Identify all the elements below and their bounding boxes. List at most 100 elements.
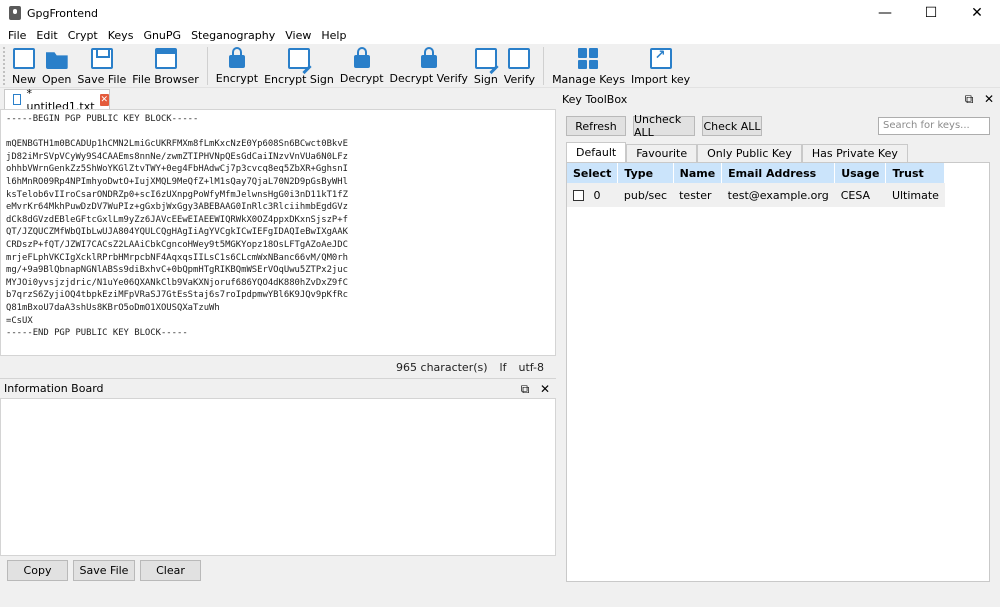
information-board-title: Information Board [4, 382, 104, 395]
manage-keys-label: Manage Keys [552, 73, 625, 86]
maximize-button[interactable]: ☐ [908, 0, 954, 26]
open-label: Open [42, 73, 72, 86]
tab-favourite[interactable]: Favourite [626, 144, 698, 162]
dock-controls: ⧉ ✕ [512, 382, 552, 396]
menu-steganography[interactable]: Steganography [187, 29, 279, 42]
folder-icon [45, 52, 68, 69]
title-bar: GpgFrontend — ☐ ✕ [0, 0, 1000, 26]
window-title: GpgFrontend [27, 6, 99, 20]
minimize-button[interactable]: — [862, 0, 908, 26]
menu-help[interactable]: Help [317, 29, 350, 42]
manage-keys-button[interactable]: Manage Keys [549, 44, 628, 86]
column-select[interactable]: Select [567, 163, 619, 183]
info-board-actions: Copy Save File Clear [0, 560, 556, 588]
tab-has-private-key[interactable]: Has Private Key [801, 144, 908, 162]
text-file-icon [13, 94, 21, 105]
toolbar-separator [543, 47, 545, 85]
column-type[interactable]: Type [617, 163, 674, 183]
import-icon [649, 48, 672, 69]
verify-button[interactable]: Verify [501, 44, 538, 86]
import-key-label: Import key [630, 73, 691, 86]
copy-button[interactable]: Copy [7, 560, 68, 581]
close-button[interactable]: ✕ [954, 0, 1000, 26]
information-board-header: Information Board ⧉ ✕ [0, 378, 556, 398]
encrypt-sign-label: Encrypt Sign [264, 73, 334, 86]
new-file-icon [13, 48, 35, 69]
verify-icon [508, 48, 531, 69]
tab-default[interactable]: Default [566, 142, 627, 162]
sign-button[interactable]: Sign [471, 44, 501, 86]
sign-label: Sign [473, 73, 498, 86]
key-table-header: Select Type Name Email Address Usage Tru… [567, 163, 946, 183]
text-editor[interactable]: -----BEGIN PGP PUBLIC KEY BLOCK----- mQE… [0, 109, 556, 356]
file-browser-icon [154, 48, 177, 69]
toolbar-grip[interactable] [3, 47, 7, 85]
name-cell: tester [673, 183, 722, 207]
unlock-icon [353, 47, 370, 68]
verify-label: Verify [503, 73, 536, 86]
type-cell: pub/sec [617, 183, 674, 207]
usage-cell: CESA [834, 183, 886, 207]
main-toolbar: New Open Save File File Browser Encrypt … [0, 44, 1000, 88]
close-icon[interactable]: ✕ [538, 382, 552, 396]
column-email[interactable]: Email Address [721, 163, 836, 183]
uncheck-all-button[interactable]: Uncheck ALL [633, 113, 695, 139]
key-table: Select Type Name Email Address Usage Tru… [567, 163, 946, 207]
float-icon[interactable]: ⧉ [518, 382, 532, 396]
key-actions: Refresh Uncheck ALL Check ALL [566, 113, 769, 139]
encoding: utf-8 [518, 361, 544, 374]
decrypt-label: Decrypt [339, 72, 384, 85]
new-button[interactable]: New [9, 44, 39, 86]
menu-edit[interactable]: Edit [32, 29, 61, 42]
key-table-container: Select Type Name Email Address Usage Tru… [566, 162, 990, 582]
menu-bar: File Edit Crypt Keys GnuPG Steganography… [0, 26, 1000, 44]
lock-icon [228, 47, 245, 68]
new-label: New [12, 73, 36, 86]
save-file-label: Save File [77, 73, 127, 86]
tab-untitled1[interactable]: * untitled1.txt ✕ [4, 87, 110, 113]
column-name[interactable]: Name [673, 163, 723, 183]
check-all-button[interactable]: Check ALL [702, 116, 762, 136]
save-file-button[interactable]: Save File [74, 44, 129, 86]
file-browser-label: File Browser [132, 73, 199, 86]
decrypt-button[interactable]: Decrypt [337, 44, 387, 86]
window-controls: — ☐ ✕ [862, 0, 1000, 26]
close-icon[interactable]: ✕ [982, 92, 996, 106]
menu-view[interactable]: View [281, 29, 315, 42]
editor-content: -----BEGIN PGP PUBLIC KEY BLOCK----- mQE… [6, 114, 348, 339]
encrypt-sign-button[interactable]: Encrypt Sign [261, 44, 337, 86]
file-browser-button[interactable]: File Browser [129, 44, 201, 86]
key-search-input[interactable]: Search for keys... [878, 117, 990, 135]
float-icon[interactable]: ⧉ [962, 92, 976, 106]
pen-icon [474, 48, 497, 69]
menu-gnupg[interactable]: GnuPG [139, 29, 185, 42]
column-usage[interactable]: Usage [834, 163, 887, 183]
row-checkbox[interactable] [573, 190, 584, 201]
table-row[interactable]: 0 pub/sec tester test@example.org CESA U… [567, 183, 945, 207]
refresh-button[interactable]: Refresh [566, 116, 626, 136]
column-trust[interactable]: Trust [885, 163, 946, 183]
manage-keys-icon [577, 48, 600, 69]
tab-only-public-key[interactable]: Only Public Key [697, 144, 802, 162]
key-tabs: Default Favourite Only Public Key Has Pr… [566, 142, 908, 162]
toolbar-separator [206, 47, 208, 85]
information-board-body[interactable] [0, 398, 556, 556]
char-count: 965 character(s) [396, 361, 488, 374]
menu-file[interactable]: File [4, 29, 30, 42]
menu-keys[interactable]: Keys [104, 29, 138, 42]
info-save-file-button[interactable]: Save File [73, 560, 135, 581]
import-key-button[interactable]: Import key [628, 44, 693, 86]
trust-cell: Ultimate [885, 183, 945, 207]
menu-crypt[interactable]: Crypt [64, 29, 102, 42]
document-tab-strip: * untitled1.txt ✕ [0, 87, 556, 113]
encrypt-label: Encrypt [215, 72, 259, 85]
dock-controls: ⧉ ✕ [956, 92, 996, 106]
encrypt-button[interactable]: Encrypt [213, 44, 261, 86]
key-toolbox-header: Key ToolBox ⧉ ✕ [558, 89, 1000, 109]
decrypt-verify-label: Decrypt Verify [389, 72, 468, 85]
decrypt-verify-button[interactable]: Decrypt Verify [387, 44, 471, 86]
unlock-check-icon [420, 47, 437, 68]
open-button[interactable]: Open [39, 44, 74, 86]
close-tab-icon[interactable]: ✕ [99, 93, 109, 106]
clear-button[interactable]: Clear [140, 560, 201, 581]
